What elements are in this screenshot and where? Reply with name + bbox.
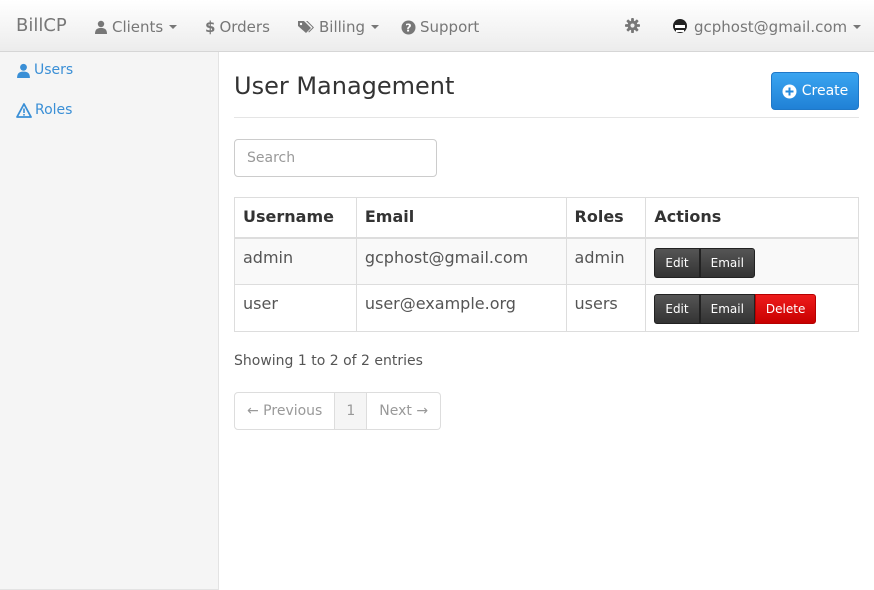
nav-orders[interactable]: $ Orders [205,18,270,36]
sidebar-item-label: Users [34,62,74,78]
cell-username: admin [234,237,357,285]
delete-button[interactable]: Delete [754,294,817,324]
user-email: gcphost@gmail.com [694,18,848,36]
sidebar-item-roles[interactable]: Roles [16,102,72,118]
cell-roles: admin [565,237,647,285]
top-navbar: BillCP Clients $ Orders Billing ? Suppor… [0,0,874,52]
table-row: admin gcphost@gmail.com admin Edit Email [234,237,859,285]
divider [234,117,859,118]
create-button-label: Create [801,83,849,99]
sidebar-item-users[interactable]: Users [16,62,73,78]
edit-button[interactable]: Edit [654,247,700,278]
gear-icon [625,18,640,33]
caret-down-icon [371,25,379,29]
warning-icon [16,102,32,118]
page-1-button[interactable]: 1 [335,392,368,430]
brand-logo[interactable]: BillCP [16,15,67,36]
cell-email: gcphost@gmail.com [355,237,567,285]
nav-clients-label: Clients [112,18,164,36]
action-button-group: Edit Email [654,247,755,278]
table-info: Showing 1 to 2 of 2 entries [234,353,423,369]
edit-button[interactable]: Edit [654,294,700,324]
nav-support-label: Support [420,18,480,36]
table-row: user user@example.org users Edit Email D… [234,284,859,332]
nav-support[interactable]: ? Support [401,18,479,36]
nav-billing[interactable]: Billing [297,18,379,36]
email-button[interactable]: Email [699,294,755,324]
cell-actions: Edit Email [645,237,859,285]
caret-down-icon [169,25,178,29]
plus-circle-icon [782,84,797,98]
cell-actions: Edit Email Delete [645,284,859,332]
previous-page-button[interactable]: ← Previous [234,392,336,430]
sidebar: Users Roles [0,52,219,590]
action-button-group: Edit Email Delete [654,294,817,324]
svg-text:?: ? [405,21,411,34]
search-input[interactable] [234,139,437,177]
user-menu[interactable]: gcphost@gmail.com [672,18,862,36]
dollar-icon: $ [205,18,216,36]
cell-roles: users [565,284,647,332]
column-header-actions: Actions [645,197,859,239]
avatar [673,19,687,33]
sidebar-item-label: Roles [35,102,73,118]
tags-icon [298,21,314,33]
column-header-roles[interactable]: Roles [565,197,647,239]
create-button[interactable]: Create [771,72,859,110]
users-table: Username Email Roles Actions admin gcpho… [234,197,859,332]
page-title: User Management [234,72,455,100]
nav-orders-label: Orders [219,18,270,36]
user-icon [95,20,107,34]
pagination: ← Previous 1 Next → [234,392,442,430]
next-page-button[interactable]: Next → [367,392,442,430]
table-header-row: Username Email Roles Actions [234,197,859,239]
nav-clients[interactable]: Clients [94,18,178,36]
column-header-email[interactable]: Email [355,197,567,239]
column-header-username[interactable]: Username [234,197,357,239]
settings-button[interactable] [625,18,640,37]
question-circle-icon: ? [401,20,416,34]
cell-username: user [234,284,357,332]
email-button[interactable]: Email [699,247,755,278]
cell-email: user@example.org [355,284,567,332]
nav-billing-label: Billing [319,18,365,36]
caret-down-icon [853,25,862,29]
user-icon [17,63,30,78]
